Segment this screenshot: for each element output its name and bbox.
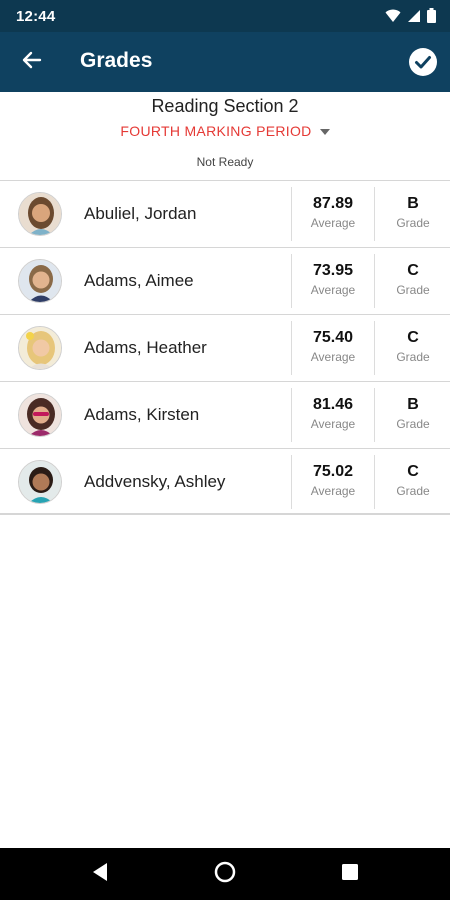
grade-cell: C Grade bbox=[376, 463, 450, 498]
average-caption: Average bbox=[310, 216, 356, 230]
student-name: Adams, Kirsten bbox=[84, 405, 200, 424]
battery-icon bbox=[427, 8, 436, 23]
page-title: Grades bbox=[80, 49, 153, 72]
average-cell: 75.40 Average bbox=[292, 329, 374, 364]
grade-cell: B Grade bbox=[376, 396, 450, 431]
student-row[interactable]: Addvensky, Ashley 75.02 Average C Grade bbox=[0, 448, 450, 515]
grade-cell: C Grade bbox=[376, 329, 450, 364]
divider bbox=[374, 388, 375, 442]
check-circle-icon bbox=[406, 48, 440, 83]
nav-recents-button[interactable] bbox=[338, 862, 362, 886]
section-title: Reading Section 2 bbox=[151, 96, 299, 116]
average-value: 81.46 bbox=[312, 396, 354, 413]
divider bbox=[374, 187, 375, 241]
nav-home-icon bbox=[214, 861, 236, 888]
grade-caption: Grade bbox=[396, 283, 430, 297]
average-cell: 81.46 Average bbox=[292, 396, 374, 431]
nav-home-button[interactable] bbox=[213, 861, 237, 888]
grade-value: B bbox=[407, 195, 419, 212]
grade-caption: Grade bbox=[396, 216, 430, 230]
grade-caption: Grade bbox=[396, 350, 430, 364]
signal-icon bbox=[407, 9, 421, 23]
average-value: 75.40 bbox=[312, 329, 354, 346]
student-name: Adams, Heather bbox=[84, 338, 207, 357]
marking-period-dropdown[interactable]: FOURTH MARKING PERIOD bbox=[0, 123, 450, 139]
grade-value: C bbox=[407, 329, 419, 346]
marking-period-label: FOURTH MARKING PERIOD bbox=[120, 123, 312, 139]
average-cell: 73.95 Average bbox=[292, 262, 374, 297]
average-value: 75.02 bbox=[312, 463, 354, 480]
divider bbox=[374, 254, 375, 308]
average-value: 73.95 bbox=[312, 262, 354, 279]
back-button[interactable] bbox=[14, 44, 50, 80]
grade-cell: C Grade bbox=[376, 262, 450, 297]
grade-value: C bbox=[407, 463, 419, 480]
average-caption: Average bbox=[310, 417, 356, 431]
nav-recents-icon bbox=[341, 863, 359, 886]
average-caption: Average bbox=[310, 350, 356, 364]
caret-down-icon bbox=[319, 128, 330, 135]
student-name: Adams, Aimee bbox=[84, 271, 194, 290]
divider bbox=[374, 321, 375, 375]
app-bar: Grades bbox=[0, 32, 450, 92]
section-header: Reading Section 2 FOURTH MARKING PERIOD … bbox=[0, 92, 450, 180]
divider bbox=[374, 455, 375, 509]
grade-caption: Grade bbox=[396, 484, 430, 498]
system-nav-bar bbox=[0, 848, 450, 900]
grade-value: B bbox=[407, 396, 419, 413]
avatar bbox=[18, 460, 62, 504]
student-name: Abuliel, Jordan bbox=[84, 204, 197, 223]
status-bar: 12:44 bbox=[0, 0, 450, 32]
grade-caption: Grade bbox=[396, 417, 430, 431]
average-cell: 87.89 Average bbox=[292, 195, 374, 230]
nav-back-icon bbox=[91, 862, 109, 887]
student-row[interactable]: Abuliel, Jordan 87.89 Average B Grade bbox=[0, 180, 450, 247]
student-row[interactable]: Adams, Aimee 73.95 Average C Grade bbox=[0, 247, 450, 314]
grade-cell: B Grade bbox=[376, 195, 450, 230]
student-list: Abuliel, Jordan 87.89 Average B Grade Ad… bbox=[0, 180, 450, 515]
student-row[interactable]: Adams, Heather 75.40 Average C Grade bbox=[0, 314, 450, 381]
average-value: 87.89 bbox=[312, 195, 354, 212]
student-name: Addvensky, Ashley bbox=[84, 472, 226, 491]
grade-status: Not Ready bbox=[196, 155, 254, 169]
avatar bbox=[18, 192, 62, 236]
status-time: 12:44 bbox=[16, 8, 56, 25]
done-button[interactable] bbox=[406, 45, 440, 79]
arrow-back-icon bbox=[22, 50, 42, 75]
wifi-icon bbox=[385, 9, 401, 23]
status-icons bbox=[385, 8, 436, 23]
avatar bbox=[18, 393, 62, 437]
student-row[interactable]: Adams, Kirsten 81.46 Average B Grade bbox=[0, 381, 450, 448]
avatar bbox=[18, 259, 62, 303]
average-cell: 75.02 Average bbox=[292, 463, 374, 498]
average-caption: Average bbox=[310, 484, 356, 498]
avatar bbox=[18, 326, 62, 370]
average-caption: Average bbox=[310, 283, 356, 297]
nav-back-button[interactable] bbox=[88, 862, 112, 886]
grade-value: C bbox=[407, 262, 419, 279]
